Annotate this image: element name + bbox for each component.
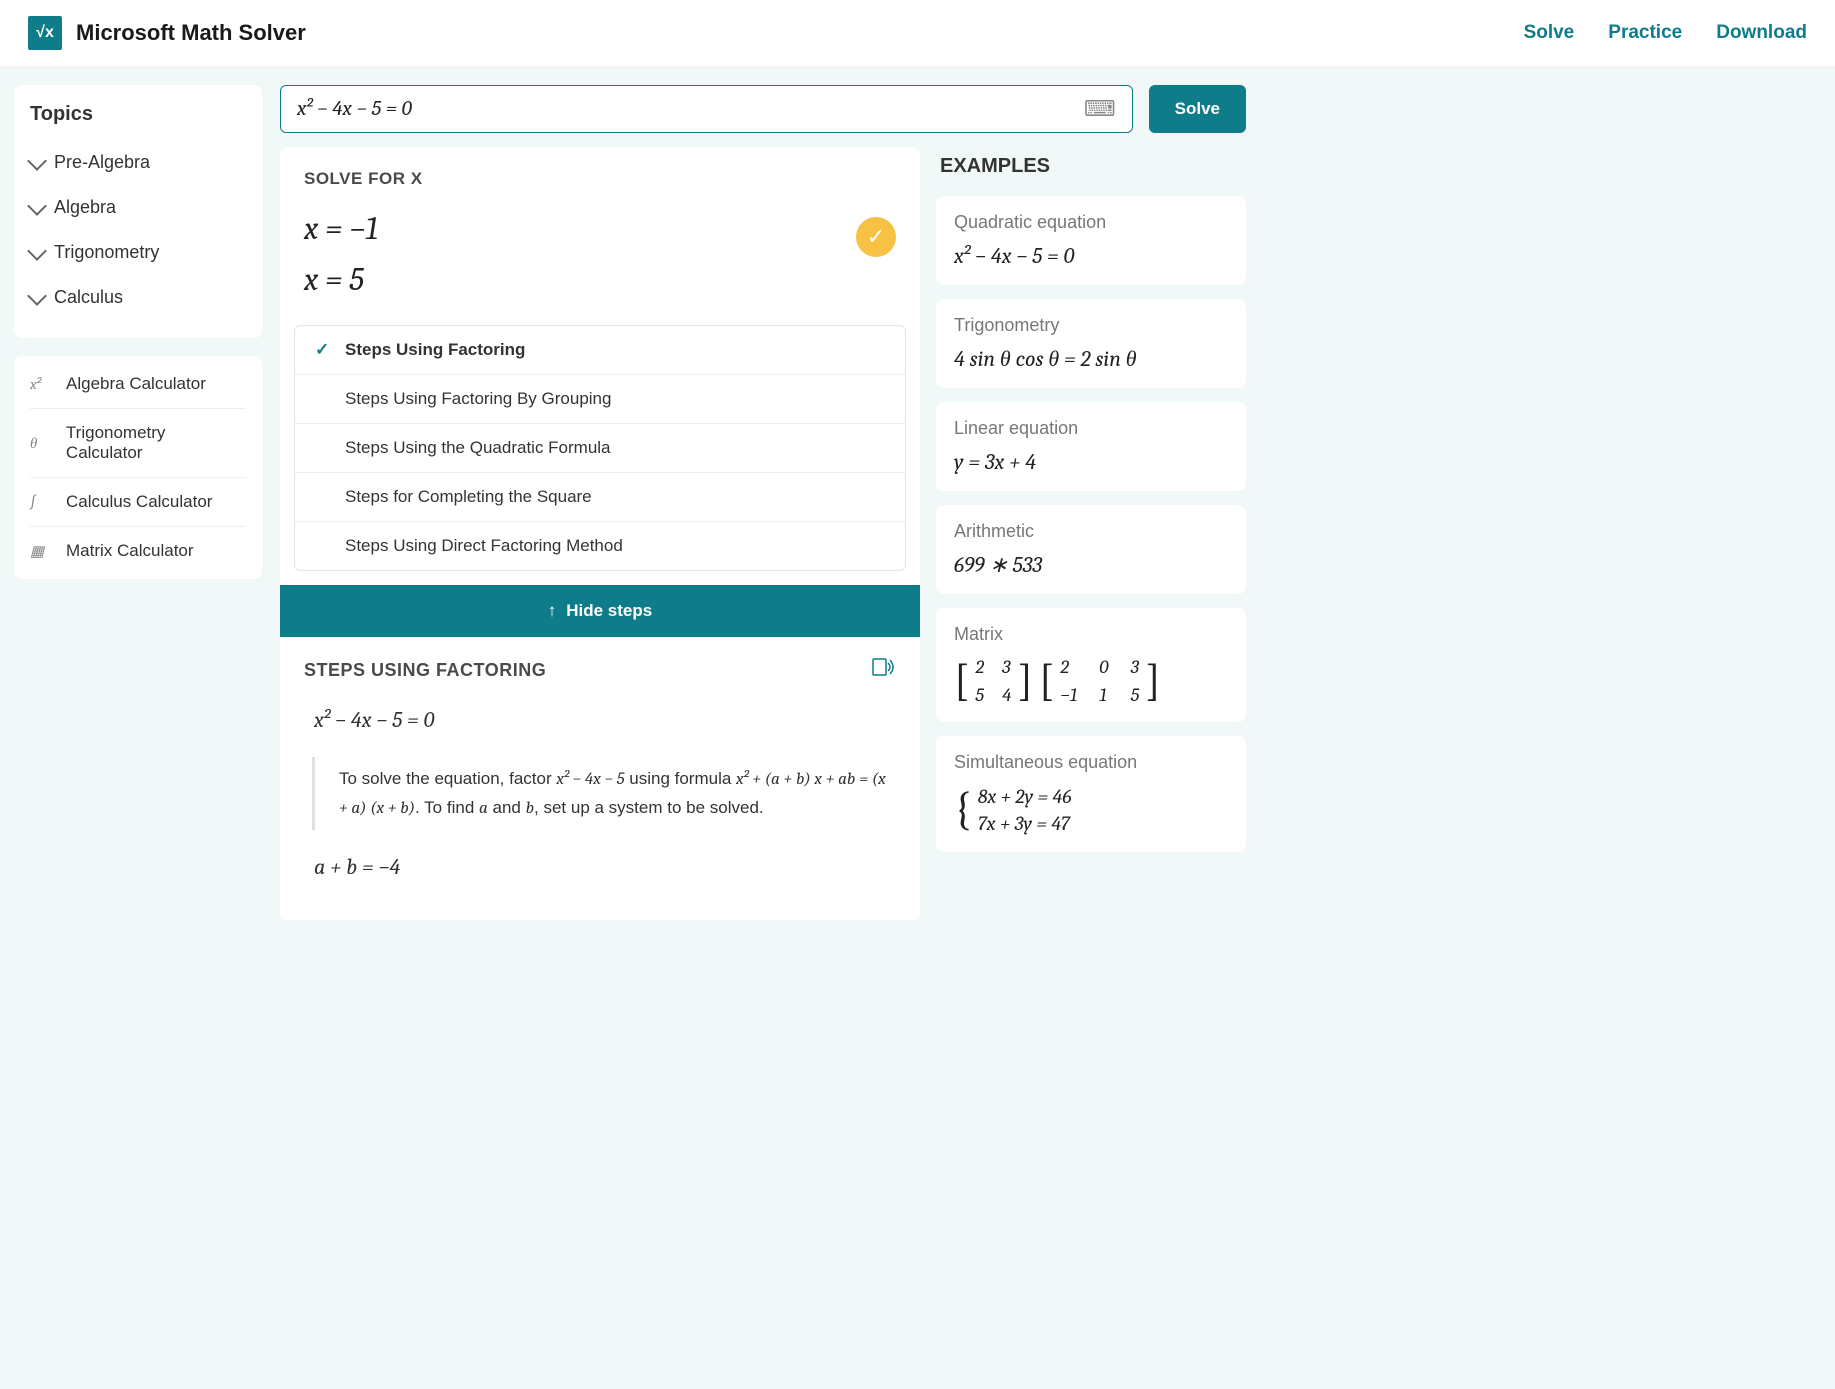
equation-text: x² − 4x − 5 = 0 [297,97,412,121]
brand[interactable]: √x Microsoft Math Solver [28,16,306,50]
solution-answers: x = −1 x = 5 [304,203,423,305]
step-detail-heading: STEPS USING FACTORING [304,660,546,681]
topic-label: Pre-Algebra [54,152,150,173]
example-title: Arithmetic [954,521,1228,542]
example-trig[interactable]: Trigonometry 4 sin θ cos θ = 2 sin θ [936,299,1246,388]
brand-title: Microsoft Math Solver [76,20,306,46]
example-title: Trigonometry [954,315,1228,336]
example-math: y = 3x + 4 [954,449,1228,475]
speaker-icon[interactable] [872,657,896,683]
integral-icon: ∫ [30,493,52,511]
example-math: 699 ∗ 533 [954,552,1228,578]
nav-practice[interactable]: Practice [1608,22,1682,44]
step-equation: x² − 4x − 5 = 0 [314,707,896,733]
header: √x Microsoft Math Solver Solve Practice … [0,0,1835,67]
example-title: Quadratic equation [954,212,1228,233]
step-method-factoring[interactable]: Steps Using Factoring [295,326,905,375]
examples-heading: EXAMPLES [936,147,1246,178]
brand-logo: √x [28,16,62,50]
theta-icon: θ [30,434,52,453]
step-detail: STEPS USING FACTORING x² − 4x − 5 = 0 To… [280,637,920,919]
calc-trig[interactable]: θ Trigonometry Calculator [30,409,246,478]
step-methods: Steps Using Factoring Steps Using Factor… [294,325,906,571]
topic-label: Trigonometry [54,242,159,263]
example-title: Matrix [954,624,1228,645]
results-panel: SOLVE FOR X x = −1 x = 5 ✓ Steps Using F… [280,147,920,920]
keyboard-icon[interactable]: ⌨ [1084,96,1116,122]
x-squared-icon: x² [30,375,52,393]
example-simultaneous[interactable]: Simultaneous equation { 8x + 2y = 46 7x … [936,736,1246,852]
arrow-up-icon: ↑ [548,601,557,621]
step-equation: a + b = −4 [314,854,896,880]
chevron-down-icon [27,196,47,216]
topics-heading: Topics [30,103,246,126]
step-method-complete-square[interactable]: Steps for Completing the Square [295,473,905,522]
solution-line: x = −1 [304,203,423,254]
chevron-down-icon [27,151,47,171]
example-math: { 8x + 2y = 46 7x + 3y = 47 [954,783,1228,836]
solution-heading: SOLVE FOR X [304,169,423,189]
nav-links: Solve Practice Download [1524,22,1807,44]
example-linear[interactable]: Linear equation y = 3x + 4 [936,402,1246,491]
calc-label: Calculus Calculator [66,492,212,512]
step-explanation: To solve the equation, factor x² − 4x − … [312,757,888,829]
step-method-quadratic[interactable]: Steps Using the Quadratic Formula [295,424,905,473]
calc-label: Algebra Calculator [66,374,206,394]
calc-matrix[interactable]: ▦ Matrix Calculator [30,527,246,575]
chevron-down-icon [27,241,47,261]
examples-panel: EXAMPLES Quadratic equation x² − 4x − 5 … [936,147,1246,920]
nav-solve[interactable]: Solve [1524,22,1575,44]
chevron-down-icon [27,286,47,306]
example-math: 4 sin θ cos θ = 2 sin θ [954,346,1228,372]
example-title: Linear equation [954,418,1228,439]
topic-label: Calculus [54,287,123,308]
example-math: x² − 4x − 5 = 0 [954,243,1228,269]
step-method-grouping[interactable]: Steps Using Factoring By Grouping [295,375,905,424]
equation-input[interactable]: x² − 4x − 5 = 0 ⌨ [280,85,1133,133]
topic-pre-algebra[interactable]: Pre-Algebra [30,140,246,185]
solve-button[interactable]: Solve [1149,85,1246,133]
example-math: [ 23 54 ] [ 203 −115 ] [954,655,1228,706]
example-quadratic[interactable]: Quadratic equation x² − 4x − 5 = 0 [936,196,1246,285]
example-title: Simultaneous equation [954,752,1228,773]
topic-label: Algebra [54,197,116,218]
calc-label: Trigonometry Calculator [66,423,246,463]
topic-calculus[interactable]: Calculus [30,275,246,320]
step-method-direct-factoring[interactable]: Steps Using Direct Factoring Method [295,522,905,570]
topics-panel: Topics Pre-Algebra Algebra Trigonometry … [14,85,262,338]
nav-download[interactable]: Download [1716,22,1807,44]
example-arithmetic[interactable]: Arithmetic 699 ∗ 533 [936,505,1246,594]
hide-steps-button[interactable]: ↑ Hide steps [280,585,920,637]
calc-algebra[interactable]: x² Algebra Calculator [30,360,246,409]
hide-steps-label: Hide steps [566,601,652,621]
matrix-icon: ▦ [30,542,52,560]
check-icon: ✓ [856,217,896,257]
calc-label: Matrix Calculator [66,541,194,561]
example-matrix[interactable]: Matrix [ 23 54 ] [ 203 −115 ] [936,608,1246,722]
solution-line: x = 5 [304,254,423,305]
calculators-panel: x² Algebra Calculator θ Trigonometry Cal… [14,356,262,579]
calc-calculus[interactable]: ∫ Calculus Calculator [30,478,246,527]
topic-algebra[interactable]: Algebra [30,185,246,230]
topic-trigonometry[interactable]: Trigonometry [30,230,246,275]
